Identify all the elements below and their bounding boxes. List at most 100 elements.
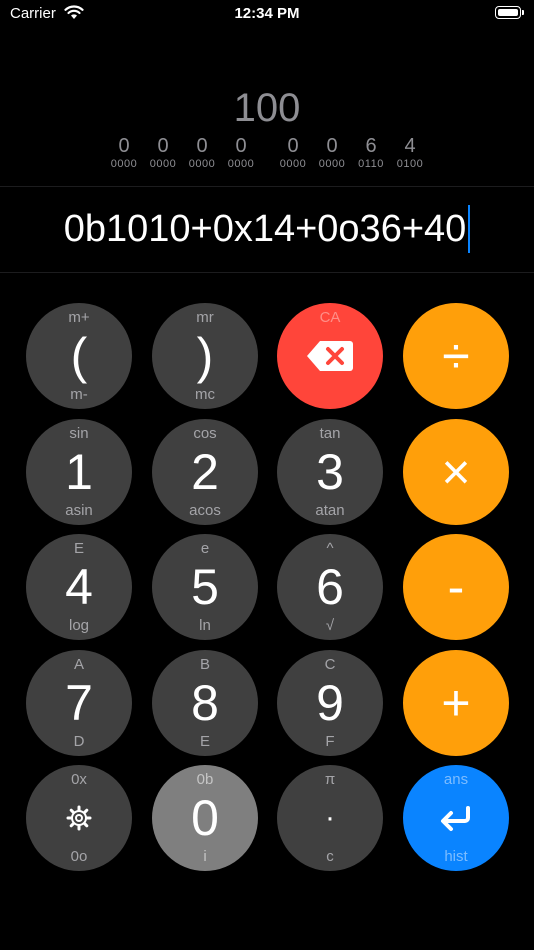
key-top-label: cos <box>193 425 217 442</box>
settings-button[interactable]: 0x 0o <box>26 765 132 871</box>
nibble-bin: 0000 <box>110 158 138 170</box>
key-bottom-label: acos <box>189 502 221 519</box>
key-top-label: B <box>199 656 210 673</box>
divider <box>0 186 534 187</box>
nibble-bin: 0100 <box>396 158 424 170</box>
close-paren-button[interactable]: mr ) mc <box>152 303 258 409</box>
backspace-icon <box>277 331 383 381</box>
nibble-bin: 0000 <box>149 158 177 170</box>
key-top-label: π <box>324 771 336 788</box>
digit-5-button[interactable]: e 5 ln <box>152 534 258 640</box>
key-bottom-label: E <box>199 733 210 750</box>
key-main-label: - <box>447 559 465 615</box>
nibble-hex: 0 <box>235 135 247 157</box>
nibble: 0 0000 <box>182 134 222 170</box>
key-top-label: 0b <box>196 771 214 788</box>
digit-9-button[interactable]: C 9 F <box>277 650 383 756</box>
expression-text: 0b1010+0x14+0o36+40 <box>63 207 467 250</box>
nibble: 4 0100 <box>390 134 430 170</box>
key-top-label: ans <box>443 771 469 788</box>
gear-icon <box>26 793 132 843</box>
nibble: 0 0000 <box>312 134 352 170</box>
digit-3-button[interactable]: tan 3 atan <box>277 419 383 525</box>
status-bar: Carrier 12:34 PM <box>0 0 534 30</box>
key-main-label: 9 <box>316 675 344 731</box>
divide-button[interactable]: ÷ <box>403 303 509 409</box>
key-bottom-label: asin <box>65 502 93 519</box>
multiply-button[interactable]: × <box>403 419 509 525</box>
key-top-label: CA <box>319 309 341 326</box>
decimal-point-button[interactable]: π · c <box>277 765 383 871</box>
enter-button[interactable]: ans hist <box>403 765 509 871</box>
key-main-label: 2 <box>191 444 219 500</box>
digit-7-button[interactable]: A 7 D <box>26 650 132 756</box>
key-top-label: m+ <box>68 309 90 326</box>
key-main-label: 5 <box>191 559 219 615</box>
key-top-label: E <box>73 540 84 557</box>
nibble-bin: 0000 <box>279 158 307 170</box>
expression-input[interactable]: 0b1010+0x14+0o36+40 <box>0 205 534 253</box>
key-bottom-label: hist <box>444 848 468 865</box>
battery-icon <box>495 6 524 19</box>
key-main-label: 7 <box>65 675 93 731</box>
key-bottom-label: atan <box>315 502 345 519</box>
key-top-label: e <box>200 540 210 557</box>
binary-breakdown: 0 0000 0 0000 0 0000 0 0000 0 0000 0 0000 6 011… <box>0 134 534 178</box>
key-top-label: A <box>73 656 84 673</box>
key-bottom-label: log <box>68 617 90 634</box>
key-top-label: C <box>324 656 336 673</box>
key-bottom-label: F <box>325 733 335 750</box>
key-main-label: 6 <box>316 559 344 615</box>
digit-2-button[interactable]: cos 2 acos <box>152 419 258 525</box>
nibble-hex: 4 <box>404 135 416 157</box>
result-display: 100 <box>233 86 301 130</box>
key-main-label: ÷ <box>442 328 470 384</box>
key-bottom-label: D <box>73 733 85 750</box>
digit-8-button[interactable]: B 8 E <box>152 650 258 756</box>
nibble: 0 0000 <box>273 134 313 170</box>
nibble-bin: 0110 <box>358 158 384 170</box>
nibble: 0 0000 <box>143 134 183 170</box>
key-main-label: + <box>441 675 471 731</box>
nibble-hex: 0 <box>196 135 208 157</box>
key-main-label: 3 <box>316 444 344 500</box>
key-main-label: 4 <box>65 559 93 615</box>
digit-6-button[interactable]: ^ 6 √ <box>277 534 383 640</box>
divider <box>0 272 534 273</box>
key-bottom-label: m- <box>70 386 88 403</box>
key-bottom-label: mc <box>195 386 215 403</box>
plus-button[interactable]: + <box>403 650 509 756</box>
nibble-bin: 0000 <box>227 158 255 170</box>
key-bottom-label: ln <box>199 617 211 634</box>
key-bottom-label: i <box>203 848 207 865</box>
nibble-hex: 0 <box>157 135 169 157</box>
nibble-hex: 0 <box>118 135 130 157</box>
nibble-hex: 0 <box>287 135 299 157</box>
nibble: 0 0000 <box>104 134 144 170</box>
key-top-label: mr <box>196 309 214 326</box>
key-main-label: ( <box>70 328 88 384</box>
key-main-label: ) <box>196 328 214 384</box>
open-paren-button[interactable]: m+ ( m- <box>26 303 132 409</box>
text-cursor <box>468 205 471 253</box>
minus-button[interactable]: - <box>403 534 509 640</box>
key-main-label: · <box>325 801 335 834</box>
key-main-label: × <box>441 444 471 500</box>
key-top-label: 0x <box>71 771 87 788</box>
nibble: 0 0000 <box>221 134 261 170</box>
backspace-button[interactable]: CA <box>277 303 383 409</box>
clock: 12:34 PM <box>234 5 300 22</box>
nibble-hex: 6 <box>365 135 377 157</box>
key-main-label: 8 <box>191 675 219 731</box>
key-bottom-label: 0o <box>70 848 88 865</box>
nibble-bin: 0000 <box>188 158 216 170</box>
nibble-bin: 0000 <box>318 158 346 170</box>
digit-1-button[interactable]: sin 1 asin <box>26 419 132 525</box>
digit-0-button[interactable]: 0b 0 i <box>152 765 258 871</box>
return-icon <box>403 793 509 843</box>
key-bottom-label: √ <box>325 617 335 634</box>
key-main-label: 1 <box>65 444 93 500</box>
digit-4-button[interactable]: E 4 log <box>26 534 132 640</box>
nibble-hex: 0 <box>326 135 338 157</box>
key-top-label: tan <box>319 425 341 442</box>
